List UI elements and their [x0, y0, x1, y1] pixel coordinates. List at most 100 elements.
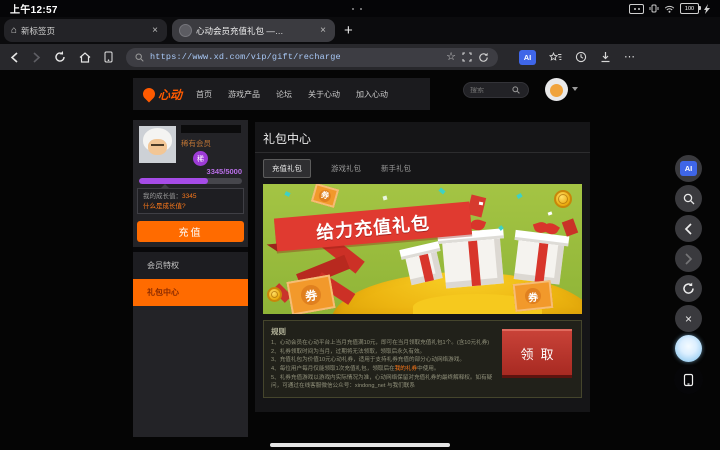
title-divider — [255, 152, 590, 153]
gold-coin-icon — [267, 287, 282, 302]
recharge-button[interactable]: 充值 — [137, 221, 244, 242]
tab-strip: ⌂ 新标签页 × 心动会员充值礼包 —… × + — [0, 17, 720, 44]
tab-newbie-gifts[interactable]: 新手礼包 — [381, 163, 411, 174]
nav-item-join[interactable]: 加入心动 — [356, 89, 388, 100]
user-avatar[interactable] — [545, 78, 568, 101]
avatar-eyes — [151, 144, 164, 149]
confetti — [478, 201, 484, 206]
tab-game-gifts[interactable]: 游戏礼包 — [331, 163, 361, 174]
site-favicon-icon — [179, 24, 192, 37]
floating-toolbar: AI × — [674, 155, 703, 397]
member-avatar[interactable] — [139, 126, 176, 163]
growth-progress-bar — [139, 178, 242, 184]
dock-icon — [629, 3, 644, 14]
rule-item: 2、礼券领取时间为当月，过期将无法领取，领取后永久有效。 — [271, 348, 426, 355]
tab-title: 新标签页 — [21, 25, 56, 36]
gold-coin-icon — [554, 190, 572, 208]
assistant-ball-button[interactable] — [675, 335, 702, 362]
site-search[interactable] — [463, 82, 529, 98]
url-bar[interactable]: https://www.xd.com/vip/gift/recharge ☆ — [126, 47, 498, 67]
nav-item-products[interactable]: 游戏产品 — [228, 89, 260, 100]
back-icon[interactable] — [10, 51, 19, 63]
search-icon — [135, 53, 144, 62]
growth-progress-text: 3345/5000 — [206, 167, 242, 176]
claim-button[interactable]: 领取 — [502, 329, 572, 375]
site-navbar: 心动 首页 游戏产品 论坛 关于心动 加入心动 — [133, 78, 430, 110]
growth-label: 我的成长值： — [143, 193, 182, 200]
avatar-face-icon — [550, 84, 563, 97]
sidebar-item-gift-center[interactable]: 礼包中心 — [133, 279, 248, 306]
reload-icon[interactable] — [54, 51, 66, 63]
page-title: 礼包中心 — [263, 132, 312, 146]
growth-help-link[interactable]: 什么是成长值? — [143, 202, 238, 212]
gift-box-icon — [437, 217, 504, 289]
more-menu-icon[interactable]: ⋯ — [624, 51, 635, 63]
xd-logo-icon — [140, 85, 158, 103]
new-tab-button[interactable]: + — [344, 22, 353, 39]
home-indicator[interactable] — [270, 443, 450, 447]
device-float-button[interactable] — [674, 365, 703, 394]
member-sidebar: 稀有会员 稀 3345/5000 我的成长值：3345 什么是成长值? 充值 会… — [133, 120, 248, 437]
xd-logo-text: 心动 — [158, 87, 183, 102]
history-clock-icon[interactable] — [575, 51, 587, 63]
progress-fill — [139, 178, 208, 184]
close-float-button[interactable]: × — [675, 305, 702, 332]
forward-icon[interactable] — [32, 51, 41, 63]
site-search-input[interactable] — [470, 86, 512, 94]
gift-box-icon — [513, 220, 570, 285]
tab-title: 心动会员充值礼包 —… — [196, 25, 284, 36]
toolbar-right-icons: AI ⋯ — [519, 49, 635, 65]
charging-icon — [704, 3, 710, 14]
rule-item: 4、每位用户每月仅能领取1次充值礼包，领取后在我的礼券中使用。 — [271, 365, 440, 372]
coupon-icon: 券 — [512, 280, 554, 312]
nav-item-forum[interactable]: 论坛 — [276, 89, 292, 100]
tab-recharge-gifts[interactable]: 充值礼包 — [263, 159, 311, 178]
nav-item-about[interactable]: 关于心动 — [308, 89, 340, 100]
red-envelope-icon — [561, 218, 579, 237]
rules-panel: 规则 1、心动会员在心动平台上当月充值满10元，即可在当月领取充值礼包1个。(含… — [263, 320, 582, 398]
ribbon-fold — [266, 243, 278, 253]
download-icon[interactable] — [600, 51, 611, 63]
status-icons: 100 — [629, 3, 710, 14]
banner-headline: 给力充值礼包 — [315, 212, 431, 243]
vibrate-icon — [649, 4, 659, 13]
member-level-label: 稀有会员 — [181, 139, 211, 148]
nav-item-home[interactable]: 首页 — [196, 89, 212, 100]
ai-icon: AI — [680, 161, 697, 176]
site-search-icon[interactable] — [512, 86, 520, 94]
device-icon[interactable] — [104, 51, 113, 63]
username-redacted — [181, 125, 241, 133]
bookmark-star-icon[interactable]: ☆ — [446, 51, 456, 63]
my-coupons-link[interactable]: 我的礼券 — [395, 366, 417, 372]
refresh-float-button[interactable] — [675, 275, 702, 302]
close-icon[interactable]: × — [150, 25, 160, 36]
member-badge: 稀 — [193, 151, 208, 166]
growth-value: 3345 — [182, 193, 197, 200]
coupon-icon: 券 — [310, 184, 340, 208]
clock-text: 上午12:57 — [10, 5, 58, 16]
rule-item: 3、充值礼包为价值10元心动礼券，适用于支持礼券充值的部分心动网络游戏。 — [271, 357, 465, 364]
home-icon[interactable] — [79, 51, 91, 63]
search-float-button[interactable] — [675, 185, 702, 212]
chevron-down-icon[interactable] — [572, 87, 578, 91]
ai-float-button[interactable]: AI — [675, 155, 702, 182]
url-text[interactable]: https://www.xd.com/vip/gift/recharge — [150, 52, 440, 62]
battery-icon: 100 — [680, 3, 701, 14]
xd-logo[interactable]: 心动 — [140, 85, 183, 103]
confetti — [284, 191, 291, 197]
favorites-icon[interactable] — [549, 51, 562, 63]
back-float-button[interactable] — [675, 215, 702, 242]
rule-item: 1、心动会员在心动平台上当月充值满10元，即可在当月领取充值礼包1个。(含10元… — [271, 340, 490, 346]
close-icon[interactable]: × — [318, 25, 328, 36]
banner-illustration[interactable]: 券 券 券 给力充值礼包 — [263, 184, 582, 314]
site-menu: 首页 游戏产品 论坛 关于心动 加入心动 — [196, 89, 388, 100]
webpage-viewport: 心动 首页 游戏产品 论坛 关于心动 加入心动 稀有会员 稀 3345/5000… — [0, 70, 720, 450]
scan-icon[interactable] — [462, 52, 472, 62]
confetti — [438, 187, 446, 195]
ai-assistant-icon[interactable]: AI — [519, 49, 536, 65]
forward-float-button[interactable] — [675, 245, 702, 272]
tab-xd-recharge[interactable]: 心动会员充值礼包 —… × — [172, 19, 335, 42]
share-sync-icon[interactable] — [478, 52, 489, 63]
sidebar-item-privileges[interactable]: 会员特权 — [133, 252, 248, 279]
tab-new-page[interactable]: ⌂ 新标签页 × — [4, 19, 167, 42]
